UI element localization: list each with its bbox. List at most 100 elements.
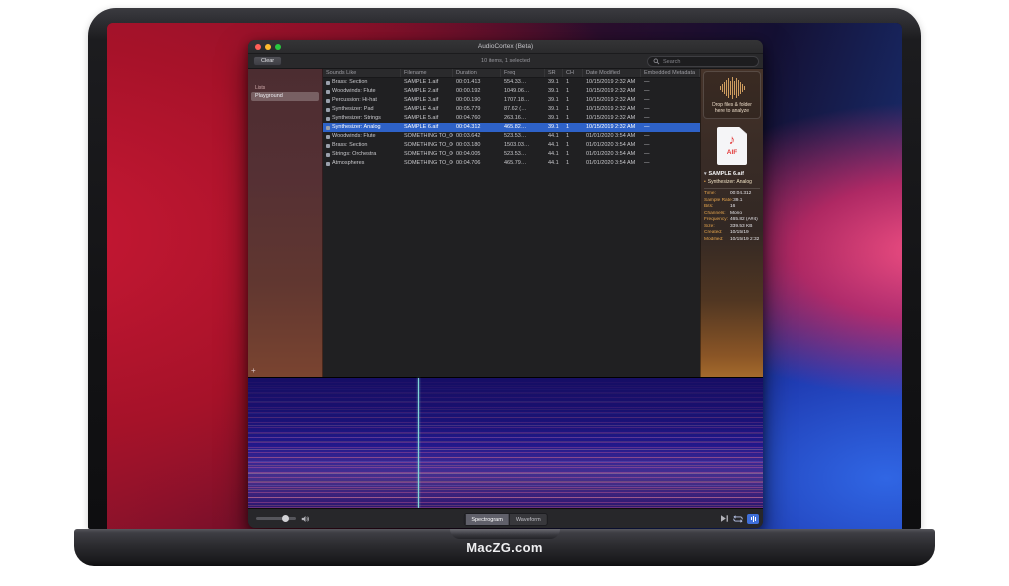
cell-metadata: — <box>641 87 700 96</box>
view-toggle-label: Spectrogram <box>471 517 503 523</box>
file-type-label: AIF <box>717 149 747 156</box>
cell-filename: SOMETHING TO_004-4… <box>401 159 453 168</box>
table-row[interactable]: Woodwinds: Flute SAMPLE 2.aif 00:00.192 … <box>323 87 700 96</box>
toolbar: Clear 10 items, 1 selected Search <box>248 54 763 69</box>
tag-icon <box>326 81 330 85</box>
cell-sr: 44.1 <box>545 141 563 150</box>
table-row[interactable]: Synthesizer: Analog SAMPLE 6.aif 00:04.3… <box>323 123 700 132</box>
file-table: Sounds Like Filename Duration Freq SR CH… <box>323 69 700 377</box>
tag-icon <box>326 135 330 139</box>
cell-filename: SAMPLE 5.aif <box>401 114 453 123</box>
cell-sounds-like-text: Synthesizer: Analog <box>332 123 381 132</box>
table-row[interactable]: Brass: Section SOMETHING TO_002-4… 00:03… <box>323 141 700 150</box>
cell-freq: 465.82… <box>501 123 545 132</box>
sidebar-item-label: Playground <box>255 93 283 99</box>
table-row[interactable]: Strings: Orchestra SOMETHING TO_003-4… 0… <box>323 150 700 159</box>
app-window: AudioCortex (Beta) Clear 10 items, 1 sel… <box>248 40 763 528</box>
cell-freq: 1707.18… <box>501 96 545 105</box>
column-header-embedded-metadata[interactable]: Embedded Metadata <box>641 69 700 77</box>
table-row[interactable]: Percussion: Hi-hat SAMPLE 3.aif 00:00.19… <box>323 96 700 105</box>
column-header-freq[interactable]: Freq <box>501 69 545 77</box>
cell-sounds-like-text: Percussion: Hi-hat <box>332 96 377 105</box>
cell-sounds-like: Woodwinds: Flute <box>323 87 401 96</box>
sidebar: Lists Playground + <box>248 69 323 377</box>
search-icon <box>653 58 660 65</box>
sidebar-section-label: Lists <box>255 85 322 91</box>
cell-freq: 263.16… <box>501 114 545 123</box>
cell-duration: 00:03.180 <box>453 141 501 150</box>
tag-icon <box>326 90 330 94</box>
skip-to-end-icon[interactable] <box>721 515 729 522</box>
table-row[interactable]: Brass: Section SAMPLE 1.aif 00:01.413 55… <box>323 78 700 87</box>
cell-sounds-like-text: Synthesizer: Pad <box>332 105 374 114</box>
cell-date-modified: 10/15/2019 2:32 AM <box>583 114 641 123</box>
cell-freq: 1503.03… <box>501 141 545 150</box>
table-body: Brass: Section SAMPLE 1.aif 00:01.413 55… <box>323 78 700 168</box>
cell-sr: 39.1 <box>545 87 563 96</box>
file-info: ▾SAMPLE 6.aif •Synthesizer: Analog Time: <box>701 171 763 243</box>
cell-sounds-like: Woodwinds: Flute <box>323 132 401 141</box>
volume-slider[interactable] <box>256 517 296 520</box>
detail-value: 10/15/19 2:32 AM <box>730 237 760 244</box>
cell-sounds-like: Brass: Section <box>323 78 401 87</box>
sidebar-list: Playground <box>248 92 322 101</box>
cell-date-modified: 10/15/2019 2:32 AM <box>583 78 641 87</box>
cell-sounds-like-text: Synthesizer: Strings <box>332 114 381 123</box>
loop-icon[interactable] <box>733 515 743 523</box>
selected-file-row[interactable]: ▾SAMPLE 6.aif <box>704 171 760 177</box>
view-toggle-label: Waveform <box>516 517 541 523</box>
cell-metadata: — <box>641 114 700 123</box>
add-list-button[interactable]: + <box>251 367 256 375</box>
search-placeholder: Search <box>663 59 680 65</box>
drop-area[interactable]: Drop files & folder here to analyze <box>703 71 761 119</box>
cell-ch: 1 <box>563 78 583 87</box>
column-header-date-modified[interactable]: Date Modified <box>583 69 641 77</box>
sidebar-item-playground[interactable]: Playground <box>251 92 319 101</box>
spectrogram-view[interactable] <box>248 377 763 508</box>
column-header-ch[interactable]: CH <box>563 69 583 77</box>
window-content: Lists Playground + Sounds Like <box>248 69 763 377</box>
speaker-icon[interactable] <box>301 515 310 523</box>
cell-filename: SOMETHING TO_003-4… <box>401 150 453 159</box>
cell-sounds-like: Brass: Section <box>323 141 401 150</box>
cell-duration: 00:03.642 <box>453 132 501 141</box>
cell-sounds-like: Synthesizer: Analog <box>323 123 401 132</box>
window-titlebar[interactable]: AudioCortex (Beta) <box>248 40 763 54</box>
cell-filename: SAMPLE 2.aif <box>401 87 453 96</box>
view-toggle-button[interactable]: Spectrogram <box>464 514 509 525</box>
cell-metadata: — <box>641 96 700 105</box>
view-toggle: Spectrogram Waveform <box>463 513 547 526</box>
playhead-cursor[interactable] <box>418 378 419 508</box>
cell-sr: 39.1 <box>545 105 563 114</box>
cell-freq: 523.53… <box>501 132 545 141</box>
cell-sr: 44.1 <box>545 132 563 141</box>
table-row[interactable]: Atmospheres SOMETHING TO_004-4… 00:04.70… <box>323 159 700 168</box>
column-header-duration[interactable]: Duration <box>453 69 501 77</box>
cell-freq: 87.62 (… <box>501 105 545 114</box>
cell-duration: 00:04.005 <box>453 150 501 159</box>
selected-file-tag-row: •Synthesizer: Analog <box>704 179 760 185</box>
cell-sounds-like-text: Atmospheres <box>332 159 364 168</box>
table-row[interactable]: Synthesizer: Pad SAMPLE 4.aif 00:05.779 … <box>323 105 700 114</box>
cell-sr: 44.1 <box>545 150 563 159</box>
column-header-sr[interactable]: SR <box>545 69 563 77</box>
cell-metadata: — <box>641 78 700 87</box>
cell-ch: 1 <box>563 132 583 141</box>
view-toggle-button[interactable]: Waveform <box>509 514 547 525</box>
cell-date-modified: 10/15/2019 2:32 AM <box>583 105 641 114</box>
table-row[interactable]: Woodwinds: Flute SOMETHING TO_001-4… 00:… <box>323 132 700 141</box>
cell-sr: 44.1 <box>545 159 563 168</box>
cell-filename: SAMPLE 6.aif <box>401 123 453 132</box>
tag-icon <box>326 153 330 157</box>
column-header-filename[interactable]: Filename <box>401 69 453 77</box>
snapshot-button[interactable] <box>747 514 759 524</box>
aif-file-icon: ♪ AIF <box>717 127 747 165</box>
cell-duration: 00:05.779 <box>453 105 501 114</box>
disclosure-icon[interactable]: ▾ <box>704 171 707 177</box>
column-header-sounds-like[interactable]: Sounds Like <box>323 69 401 77</box>
table-row[interactable]: Synthesizer: Strings SAMPLE 5.aif 00:04.… <box>323 114 700 123</box>
volume-slider-knob[interactable] <box>282 515 289 522</box>
search-field[interactable]: Search <box>647 56 759 67</box>
cell-metadata: — <box>641 123 700 132</box>
cell-ch: 1 <box>563 96 583 105</box>
